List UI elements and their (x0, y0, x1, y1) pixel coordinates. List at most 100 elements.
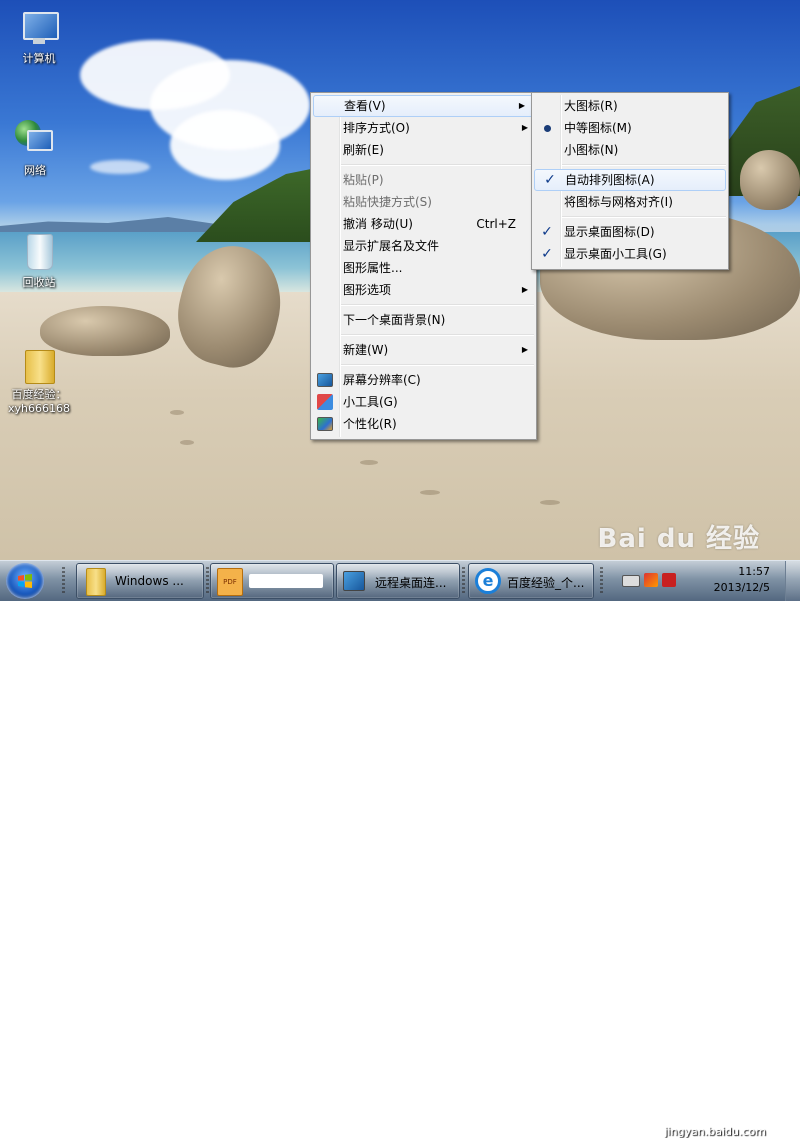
personalize-icon (317, 417, 333, 431)
footprint (540, 500, 560, 505)
show-desktop-button[interactable] (785, 561, 800, 601)
network-tray-icon[interactable] (644, 573, 658, 587)
folder-icon (19, 344, 59, 384)
desktop-icon-label: 百度经验： (11, 388, 67, 401)
menu-item-large-icons[interactable]: 大图标(R) (532, 95, 728, 117)
menu-item-label: 新建(W) (343, 343, 389, 357)
menu-item-gadgets[interactable]: 小工具(G) (311, 391, 536, 413)
desktop-icon-label: 网络 (24, 164, 46, 177)
radio-dot-icon (540, 117, 554, 139)
menu-item-show-extensions[interactable]: 显示扩展名及文件 (311, 235, 536, 257)
menu-item-next-background[interactable]: 下一个桌面背景(N) (311, 309, 536, 331)
taskbar: Windows ... PDF 远程桌面连... e 百度经验_个... 11:… (0, 560, 800, 1138)
menu-item-label: 排序方式(O) (343, 121, 410, 135)
taskbar-button-remote-desktop[interactable]: 远程桌面连... (336, 563, 460, 599)
desktop-icon-computer[interactable]: 计算机 (6, 8, 72, 66)
menu-item-paste-shortcut[interactable]: 粘贴快捷方式(S) (311, 191, 536, 213)
menu-separator (341, 164, 534, 166)
desktop-icon-label: xyh666168 (8, 402, 70, 415)
desktop-icon-network[interactable]: 网络 (2, 120, 68, 178)
menu-item-view[interactable]: 查看(V) ▶ (313, 95, 534, 117)
menu-item-label: 下一个桌面背景(N) (343, 313, 446, 327)
menu-item-label: 刷新(E) (343, 143, 384, 157)
footprint (170, 410, 184, 415)
computer-icon (19, 8, 59, 48)
taskbar-button-explorer[interactable]: Windows ... (76, 563, 204, 599)
menu-item-screen-resolution[interactable]: 屏幕分辨率(C) (311, 369, 536, 391)
menu-item-graphics-options[interactable]: 图形选项 ▶ (311, 279, 536, 301)
volume-icon[interactable] (662, 573, 676, 587)
menu-item-show-desktop-icons[interactable]: ✓ 显示桌面图标(D) (532, 221, 728, 243)
menu-item-personalize[interactable]: 个性化(R) (311, 413, 536, 435)
taskbar-grip[interactable] (462, 567, 465, 595)
submenu-arrow-icon: ▶ (521, 123, 528, 132)
network-icon (15, 120, 55, 160)
keyboard-icon[interactable] (622, 575, 640, 587)
redacted-label (249, 574, 323, 588)
checkmark-icon: ✓ (541, 246, 553, 262)
system-tray: 11:57 2013/12/5 (600, 561, 800, 601)
submenu-arrow-icon: ▶ (518, 101, 525, 110)
submenu-arrow-icon: ▶ (521, 345, 528, 354)
menu-item-label: 将图标与网格对齐(I) (564, 195, 673, 209)
pdf-icon: PDF (217, 568, 243, 596)
submenu-arrow-icon: ▶ (521, 285, 528, 294)
menu-item-label: 撤消 移动(U) (343, 217, 413, 231)
view-submenu: 大图标(R) 中等图标(M) 小图标(N) ✓ 自动排列图标(A) 将图标与网格… (531, 92, 729, 270)
menu-item-new[interactable]: 新建(W) ▶ (311, 339, 536, 361)
desktop-icon-label: 回收站 (22, 276, 56, 289)
taskbar-button-label: Windows ... (115, 574, 184, 588)
menu-item-label: 图形选项 (343, 283, 392, 297)
taskbar-grip[interactable] (62, 567, 65, 595)
display-icon (317, 373, 333, 387)
menu-item-sort-by[interactable]: 排序方式(O) ▶ (311, 117, 536, 139)
menu-item-label: 自动排列图标(A) (565, 173, 655, 187)
desktop-icon-folder[interactable]: 百度经验： xyh666168 (6, 344, 72, 416)
menu-item-refresh[interactable]: 刷新(E) (311, 139, 536, 161)
menu-item-label: 显示扩展名及文件 (343, 239, 440, 253)
watermark-url: jingyan.baidu.com (664, 1125, 766, 1138)
cloud (170, 110, 280, 180)
taskbar-grip[interactable] (206, 567, 209, 595)
desktop-icon-label: 计算机 (22, 52, 56, 65)
menu-item-label: 中等图标(M) (564, 121, 632, 135)
menu-item-label: 显示桌面小工具(G) (564, 247, 667, 261)
menu-item-label: 大图标(R) (564, 99, 618, 113)
menu-separator (562, 164, 726, 166)
menu-item-paste[interactable]: 粘贴(P) (311, 169, 536, 191)
start-button[interactable] (6, 563, 44, 599)
menu-item-show-gadgets[interactable]: ✓ 显示桌面小工具(G) (532, 243, 728, 265)
footprint (420, 490, 440, 495)
shortcut-text: Ctrl+Z (476, 217, 516, 231)
clock[interactable]: 11:57 2013/12/5 (714, 564, 770, 596)
gadgets-icon (317, 394, 333, 410)
menu-item-label: 个性化(R) (343, 417, 397, 431)
taskbar-button-pdf[interactable]: PDF (210, 563, 334, 599)
rock (740, 150, 800, 210)
taskbar-button-label: 百度经验_个... (507, 576, 585, 590)
baidu-watermark: Bai du 经验 (597, 524, 760, 554)
menu-separator (341, 364, 534, 366)
menu-item-graphics-properties[interactable]: 图形属性... (311, 257, 536, 279)
taskbar-button-label: 远程桌面连... (375, 576, 447, 590)
clock-date: 2013/12/5 (713, 581, 770, 594)
taskbar-button-ie[interactable]: e 百度经验_个... (468, 563, 594, 599)
menu-item-small-icons[interactable]: 小图标(N) (532, 139, 728, 161)
desktop-icon-recycle-bin[interactable]: 回收站 (6, 232, 72, 290)
menu-separator (562, 216, 726, 218)
menu-item-align-to-grid[interactable]: 将图标与网格对齐(I) (532, 191, 728, 213)
ie-icon: e (475, 568, 501, 594)
menu-item-label: 小图标(N) (564, 143, 619, 157)
menu-item-label: 显示桌面图标(D) (564, 225, 655, 239)
menu-item-medium-icons[interactable]: 中等图标(M) (532, 117, 728, 139)
menu-separator (341, 304, 534, 306)
menu-item-label: 图形属性... (343, 261, 403, 275)
menu-item-label: 粘贴(P) (343, 173, 384, 187)
checkmark-icon: ✓ (544, 172, 556, 188)
menu-item-undo-move[interactable]: 撤消 移动(U) Ctrl+Z (311, 213, 536, 235)
menu-item-auto-arrange[interactable]: ✓ 自动排列图标(A) (534, 169, 726, 191)
remote-desktop-icon (343, 571, 365, 591)
cloud (90, 160, 150, 174)
folder-icon (86, 568, 106, 596)
menu-item-label: 小工具(G) (343, 395, 398, 409)
